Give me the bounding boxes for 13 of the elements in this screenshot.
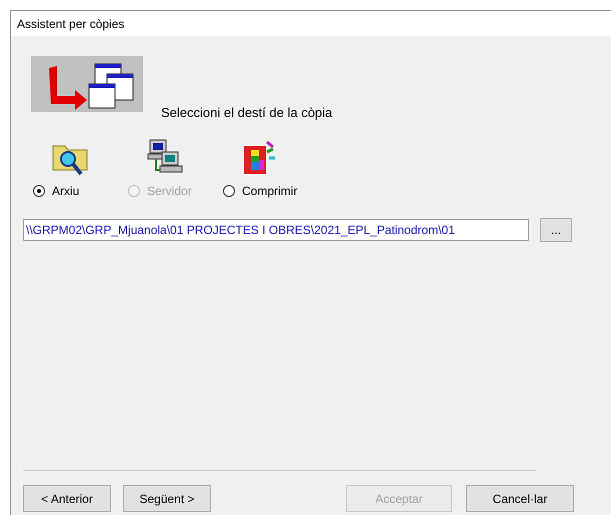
radio-button[interactable]	[33, 185, 45, 197]
radio-button[interactable]	[223, 185, 235, 197]
browse-button[interactable]: ...	[540, 218, 572, 242]
radio-label: Arxiu	[52, 183, 80, 200]
wizard-button[interactable]: Cancel·lar	[466, 485, 574, 512]
window-title: Assistent per còpies	[17, 16, 124, 32]
step-heading: Seleccioni el destí de la còpia	[161, 104, 332, 122]
wizard-button[interactable]: < Anterior	[23, 485, 111, 512]
wizard-button[interactable]: Següent >	[123, 485, 211, 512]
path-field[interactable]: \\GRPM02\GRP_Mjuanola\01 PROJECTES I OBRES\2021_EPL_Patinodrom\01	[23, 219, 529, 241]
radio-label: Servidor	[147, 183, 192, 200]
copy-tables-banner-icon	[31, 56, 143, 112]
radio-label: Comprimir	[242, 183, 298, 200]
